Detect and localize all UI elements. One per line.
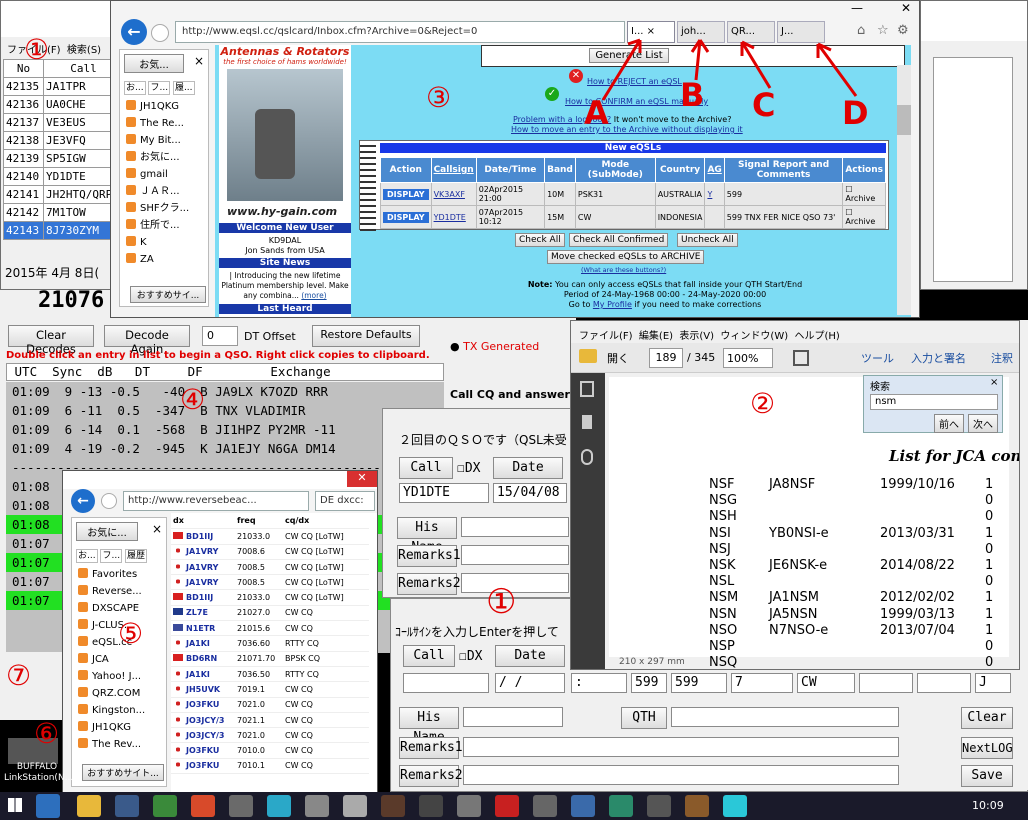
app-icon[interactable] xyxy=(685,795,709,817)
taskbar-apps xyxy=(70,795,754,820)
app-icon[interactable] xyxy=(115,795,139,817)
taskbar: 10:09 xyxy=(0,792,1028,820)
explorer-icon[interactable] xyxy=(77,795,101,817)
app-icon[interactable] xyxy=(381,795,405,817)
app-icon[interactable] xyxy=(153,795,177,817)
app-icon[interactable] xyxy=(305,795,329,817)
app-icon[interactable] xyxy=(419,795,443,817)
acrobat-icon[interactable] xyxy=(495,795,519,817)
app-icon[interactable] xyxy=(229,795,253,817)
app-icon[interactable] xyxy=(723,795,747,817)
app-icon[interactable] xyxy=(343,795,367,817)
app-icon[interactable] xyxy=(647,795,671,817)
app-icon[interactable] xyxy=(609,795,633,817)
chrome-icon[interactable] xyxy=(191,795,215,817)
app-icon[interactable] xyxy=(533,795,557,817)
app-icon[interactable] xyxy=(457,795,481,817)
annotation-arrows xyxy=(601,38,858,101)
app-icon[interactable] xyxy=(571,795,595,817)
taskbar-clock[interactable]: 10:09 xyxy=(972,799,1004,812)
start-icon[interactable] xyxy=(8,798,22,812)
ie-taskbar-icon[interactable] xyxy=(36,794,60,818)
app-icon[interactable] xyxy=(267,795,291,817)
